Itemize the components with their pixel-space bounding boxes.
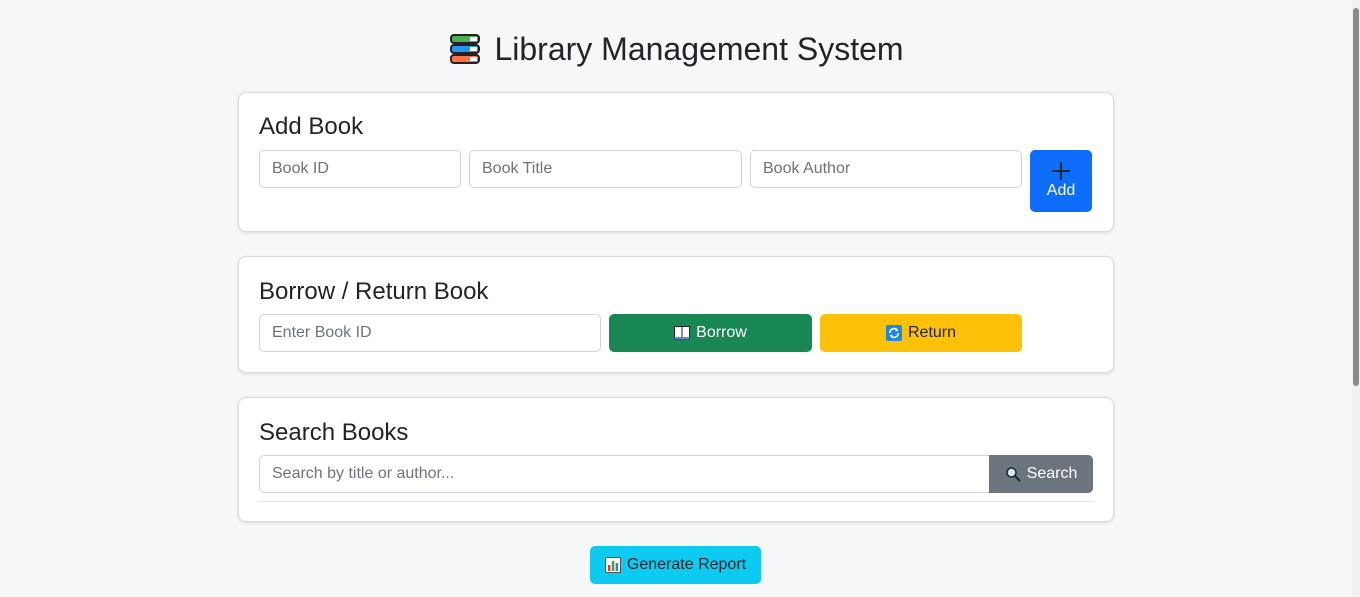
- book-author-input[interactable]: [750, 150, 1022, 188]
- add-book-heading: Add Book: [259, 113, 364, 140]
- borrow-button-label: Borrow: [696, 324, 747, 341]
- search-heading: Search Books: [259, 419, 409, 446]
- search-results-divider: [259, 501, 1093, 502]
- add-book-card: Add Book Add: [238, 92, 1114, 232]
- borrow-return-heading: Borrow / Return Book: [259, 278, 489, 305]
- search-button[interactable]: Search: [989, 455, 1093, 493]
- return-button[interactable]: Return: [820, 314, 1022, 352]
- plus-icon: [1052, 162, 1070, 180]
- open-book-icon: [674, 326, 691, 340]
- add-button[interactable]: Add: [1030, 150, 1092, 212]
- search-card: Search Books Search: [238, 397, 1114, 522]
- magnifier-icon: [1005, 467, 1021, 482]
- book-id-input[interactable]: [259, 150, 461, 188]
- page-title: Library Management System: [0, 30, 1352, 68]
- book-title-input[interactable]: [469, 150, 742, 188]
- borrow-book-id-input[interactable]: [259, 314, 601, 352]
- scrollbar-thumb[interactable]: [1353, 8, 1359, 386]
- search-input[interactable]: [259, 455, 990, 493]
- arrows-cycle-icon: [885, 325, 902, 341]
- books-icon: [450, 34, 481, 64]
- add-button-label: Add: [1046, 182, 1076, 199]
- search-button-label: Search: [1026, 465, 1078, 482]
- page-title-text: Library Management System: [494, 31, 904, 67]
- borrow-return-card: Borrow / Return Book Borrow Return: [238, 256, 1114, 373]
- bar-chart-icon: [604, 557, 621, 573]
- generate-report-label: Generate Report: [626, 556, 747, 573]
- return-button-label: Return: [907, 324, 957, 341]
- borrow-button[interactable]: Borrow: [609, 314, 812, 352]
- generate-report-button[interactable]: Generate Report: [590, 546, 761, 584]
